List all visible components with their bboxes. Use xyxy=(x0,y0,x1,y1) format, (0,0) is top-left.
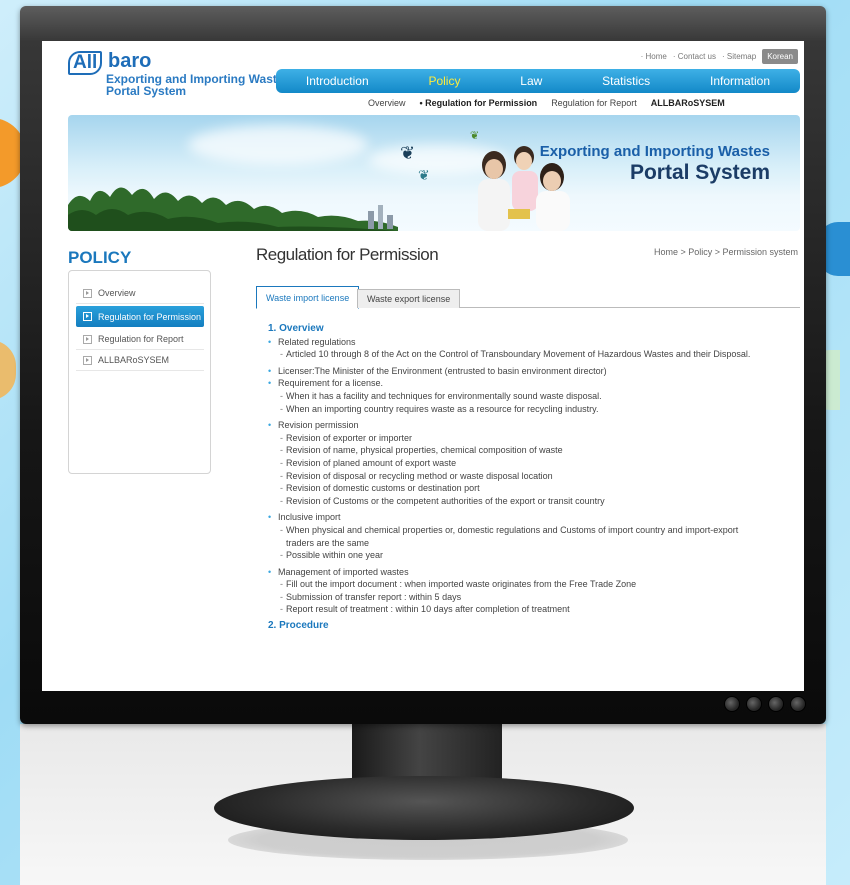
sidebar-menu: Overview Regulation for Permission Regul… xyxy=(68,270,211,474)
monitor-gloss xyxy=(20,6,826,42)
list-subitem: Possible within one year xyxy=(268,549,798,562)
korean-language-button[interactable]: Korean xyxy=(762,49,798,64)
arrow-right-icon xyxy=(83,288,92,298)
sidebar-item-overview[interactable]: Overview xyxy=(76,283,204,304)
list-item: Requirement for a license. xyxy=(268,377,798,390)
content-body: 1. Overview Related regulations Articled… xyxy=(268,323,798,633)
sidebar-title: POLICY xyxy=(68,248,132,267)
hero-banner: ❦ ❦ ❦ Exporting and Importing Wastes Por… xyxy=(68,115,800,231)
logo-all-mark: All xyxy=(68,51,103,75)
monitor-button[interactable] xyxy=(746,696,762,712)
arrow-right-icon xyxy=(83,355,92,365)
list-subitem: Revision of planed amount of export wast… xyxy=(268,457,798,470)
list-subitem: Revision of domestic customs or destinat… xyxy=(268,482,798,495)
banner-subtitle: Portal System xyxy=(629,161,770,184)
sitemap-link[interactable]: · Sitemap xyxy=(722,52,756,61)
subnav-regulation-report[interactable]: Regulation for Report xyxy=(551,98,637,108)
nav-law[interactable]: Law xyxy=(520,74,542,88)
logo-baro-text: baro xyxy=(108,50,152,72)
page-title: Regulation for Permission xyxy=(256,245,439,264)
monitor-button[interactable] xyxy=(790,696,806,712)
section-heading: 2. Procedure xyxy=(268,620,329,632)
section-heading: 1. Overview xyxy=(268,323,324,334)
subnav-allbarosysem[interactable]: ALLBARoSYSEM xyxy=(651,98,725,108)
sidebar-item-label: Regulation for Report xyxy=(98,334,184,344)
list-subitem: When physical and chemical properties or… xyxy=(268,524,798,537)
subnav-overview[interactable]: Overview xyxy=(368,98,406,108)
monitor-button[interactable] xyxy=(724,696,740,712)
forest-image xyxy=(68,187,398,231)
list-item: Management of imported wastes xyxy=(268,566,798,579)
list-subitem: Fill out the import document : when impo… xyxy=(268,578,798,591)
nav-statistics[interactable]: Statistics xyxy=(602,74,650,88)
utility-links: · Home · Contact us · Sitemap Korean xyxy=(641,49,798,64)
monitor-stand-base xyxy=(214,776,634,840)
list-item: Inclusive import xyxy=(268,511,798,524)
butterfly-icon: ❦ xyxy=(470,130,480,142)
butterfly-icon: ❦ xyxy=(400,143,416,163)
monitor-button[interactable] xyxy=(768,696,784,712)
list-subitem: Revision of Customs or the competent aut… xyxy=(268,495,798,508)
nav-introduction[interactable]: Introduction xyxy=(306,74,369,88)
tab-waste-import-license[interactable]: Waste import license xyxy=(256,286,360,309)
sidebar-item-regulation-report[interactable]: Regulation for Report xyxy=(76,329,204,350)
list-subitem: Report result of treatment : within 10 d… xyxy=(268,603,798,616)
sidebar-item-allbarosysem[interactable]: ALLBARoSYSEM xyxy=(76,350,204,371)
arrow-right-icon xyxy=(83,334,92,344)
sidebar-item-label: ALLBARoSYSEM xyxy=(98,355,170,365)
sidebar-item-regulation-permission[interactable]: Regulation for Permission xyxy=(76,306,204,327)
global-nav: Introduction Policy Law Statistics Infor… xyxy=(276,69,800,93)
tab-waste-export-license[interactable]: Waste export license xyxy=(357,289,461,308)
logo-subtitle: Portal System xyxy=(106,84,187,98)
list-subitem: When an importing country requires waste… xyxy=(268,403,798,416)
contact-link[interactable]: · Contact us xyxy=(673,52,716,61)
arrow-right-icon xyxy=(83,312,92,321)
list-subitem: Articled 10 through 8 of the Act on the … xyxy=(268,348,798,361)
breadcrumb: Home > Policy > Permission system xyxy=(653,247,798,257)
list-item: Related regulations xyxy=(268,336,798,349)
subnav-regulation-permission[interactable]: • Regulation for Permission xyxy=(420,98,538,108)
list-subitem-continued: traders are the same xyxy=(286,537,370,548)
background-blob xyxy=(0,340,16,400)
home-link[interactable]: · Home xyxy=(641,52,667,61)
list-subitem: Revision of disposal or recycling method… xyxy=(268,470,798,483)
list-subitem: Submission of transfer report : within 5… xyxy=(268,591,798,604)
list-subitem: Revision of exporter or importer xyxy=(268,432,798,445)
nav-policy[interactable]: Policy xyxy=(428,74,460,88)
nav-information[interactable]: Information xyxy=(710,74,770,88)
tab-bar: Waste import license Waste export licens… xyxy=(256,286,800,309)
sidebar-item-label: Regulation for Permission xyxy=(98,311,202,322)
butterfly-icon: ❦ xyxy=(418,167,430,183)
list-subitem: When it has a facility and techniques fo… xyxy=(268,390,798,403)
list-subitem: Revision of name, physical properties, c… xyxy=(268,444,798,457)
monitor-screen: All baro Exporting and Importing Wastes … xyxy=(42,41,804,691)
banner-title: Exporting and Importing Wastes xyxy=(539,143,770,160)
sidebar-item-label: Overview xyxy=(98,288,136,298)
list-item: Licenser:The Minister of the Environment… xyxy=(268,365,798,378)
list-item: Revision permission xyxy=(268,419,798,432)
sub-nav: Overview • Regulation for Permission Reg… xyxy=(368,98,725,108)
monitor-buttons xyxy=(724,696,806,712)
